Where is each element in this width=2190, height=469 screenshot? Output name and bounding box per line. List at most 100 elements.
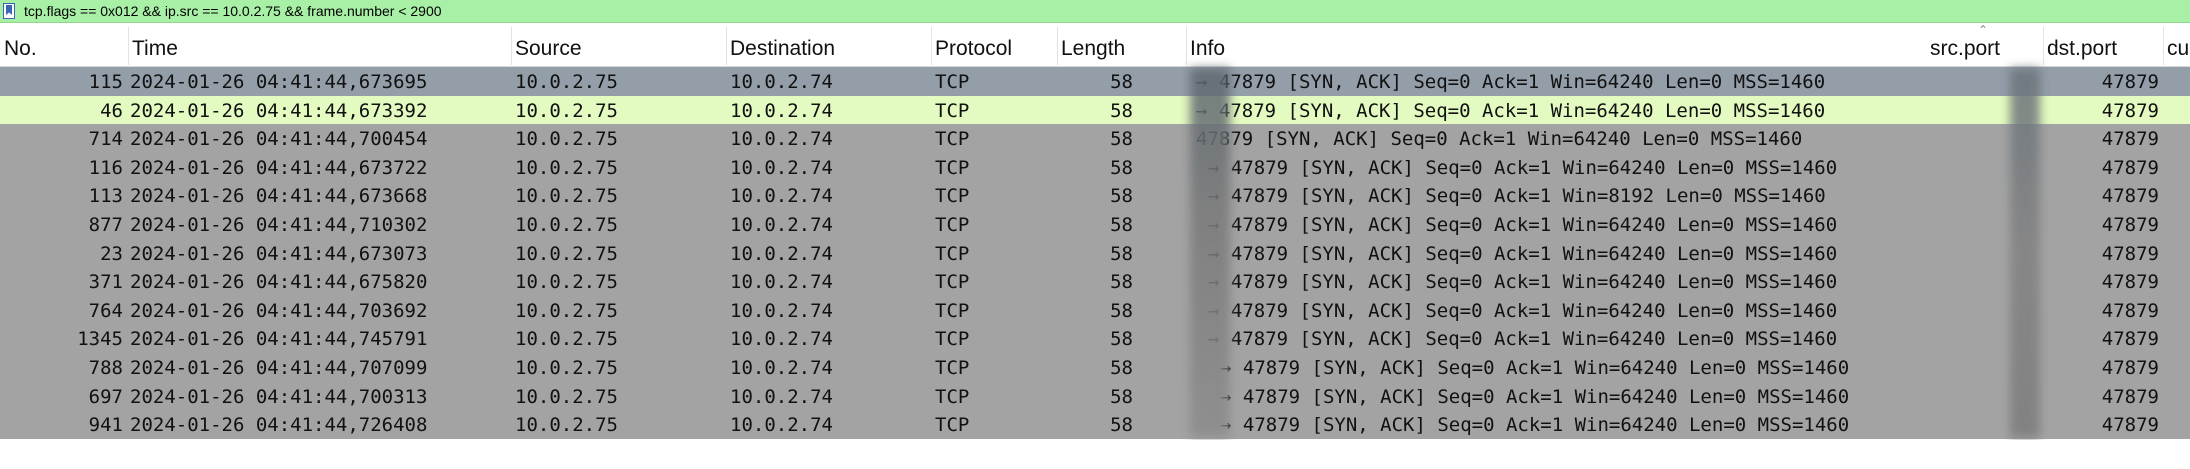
packet-number: 46 [100, 99, 123, 122]
packet-row[interactable]: 941 2024-01-26 04:41:44,726408 10.0.2.75 10… [0, 410, 2190, 439]
packet-number: 113 [88, 185, 123, 208]
packet-source: 10.0.2.75 [515, 185, 618, 208]
column-header-no[interactable]: No. [0, 23, 128, 67]
packet-number: 23 [100, 242, 123, 265]
packet-time: 2024-01-26 04:41:44,673722 [130, 156, 428, 179]
packet-time: 2024-01-26 04:41:44,745791 [130, 328, 428, 351]
packet-protocol: TCP [935, 242, 970, 265]
packet-source: 10.0.2.75 [515, 214, 618, 236]
packet-dst-port: 47879 [2101, 385, 2159, 408]
packet-dst-port: 47879 [2101, 99, 2159, 122]
packet-list-window: tcp.flags == 0x012 && ip.src == 10.0.2.7… [0, 0, 2190, 469]
packet-number: 115 [88, 71, 123, 93]
packet-protocol: TCP [935, 99, 970, 122]
packet-row[interactable]: 46 2024-01-26 04:41:44,673392 10.0.2.75 10.… [0, 95, 2190, 125]
packet-info: → 47879 [SYN, ACK] Seq=0 Ack=1 Win=64240… [1220, 385, 1850, 408]
column-header-length[interactable]: Length [1057, 23, 1186, 67]
packet-length: 58 [1110, 128, 1133, 151]
packet-info: → 47879 [SYN, ACK] Seq=0 Ack=1 Win=64240… [1208, 242, 1838, 265]
packet-row[interactable]: 116 2024-01-26 04:41:44,673722 10.0.2.75 10… [0, 152, 2190, 182]
column-header-row: No. Time Source Destination Protocol Len… [0, 23, 2190, 67]
packet-dst-port: 47879 [2101, 185, 2159, 208]
packet-length: 58 [1110, 299, 1133, 322]
column-header-source[interactable]: Source [511, 23, 726, 67]
packet-destination: 10.0.2.74 [730, 328, 833, 351]
packet-time: 2024-01-26 04:41:44,707099 [130, 357, 428, 379]
packet-destination: 10.0.2.74 [730, 156, 833, 179]
packet-protocol: TCP [935, 71, 970, 93]
packet-destination: 10.0.2.74 [730, 99, 833, 122]
packet-destination: 10.0.2.74 [730, 357, 833, 379]
packet-dst-port: 47879 [2101, 328, 2159, 351]
packet-number: 714 [88, 128, 123, 151]
packet-protocol: TCP [935, 128, 970, 151]
packet-row[interactable]: 877 2024-01-26 04:41:44,710302 10.0.2.75 10… [0, 210, 2190, 239]
packet-time: 2024-01-26 04:41:44,703692 [130, 299, 428, 322]
packet-row[interactable]: 697 2024-01-26 04:41:44,700313 10.0.2.75 10… [0, 381, 2190, 411]
packet-info: → 47879 [SYN, ACK] Seq=0 Ack=1 Win=64240… [1208, 328, 1838, 351]
packet-length: 58 [1110, 414, 1133, 437]
packet-info: → 47879 [SYN, ACK] Seq=0 Ack=1 Win=64240… [1208, 299, 1838, 322]
packet-number: 697 [88, 385, 123, 408]
packet-number: 788 [88, 357, 123, 379]
packet-length: 58 [1110, 357, 1133, 379]
packet-length: 58 [1110, 99, 1133, 122]
packet-row[interactable]: 714 2024-01-26 04:41:44,700454 10.0.2.75 10… [0, 124, 2190, 153]
packet-row[interactable]: 113 2024-01-26 04:41:44,673668 10.0.2.75 10… [0, 181, 2190, 210]
column-header-dst-port[interactable]: dst.port [2043, 23, 2163, 67]
packet-protocol: TCP [935, 357, 970, 379]
packet-dst-port: 47879 [2101, 357, 2159, 379]
column-header-cu[interactable]: cu [2163, 23, 2190, 67]
packet-source: 10.0.2.75 [515, 414, 618, 437]
packet-time: 2024-01-26 04:41:44,673073 [130, 242, 428, 265]
packet-number: 371 [88, 271, 123, 294]
packet-destination: 10.0.2.74 [730, 299, 833, 322]
packet-row[interactable]: 23 2024-01-26 04:41:44,673073 10.0.2.75 10.… [0, 238, 2190, 268]
packet-row[interactable]: 764 2024-01-26 04:41:44,703692 10.0.2.75 10… [0, 295, 2190, 325]
packet-row[interactable]: 371 2024-01-26 04:41:44,675820 10.0.2.75 10… [0, 267, 2190, 296]
packet-info: → 47879 [SYN, ACK] Seq=0 Ack=1 Win=8192 … [1208, 185, 1826, 208]
packet-row[interactable]: 788 2024-01-26 04:41:44,707099 10.0.2.75 10… [0, 353, 2190, 382]
packet-info: → 47879 [SYN, ACK] Seq=0 Ack=1 Win=64240… [1220, 357, 1850, 379]
packet-destination: 10.0.2.74 [730, 214, 833, 236]
bookmark-icon[interactable] [3, 3, 15, 19]
column-header-time[interactable]: Time [128, 23, 511, 67]
packet-dst-port: 47879 [2101, 71, 2159, 93]
display-filter-bar[interactable]: tcp.flags == 0x012 && ip.src == 10.0.2.7… [0, 0, 2190, 23]
packet-protocol: TCP [935, 385, 970, 408]
packet-time: 2024-01-26 04:41:44,700313 [130, 385, 428, 408]
packet-time: 2024-01-26 04:41:44,700454 [130, 128, 428, 151]
packet-number: 764 [88, 299, 123, 322]
packet-time: 2024-01-26 04:41:44,675820 [130, 271, 428, 294]
sort-ascending-icon: ⌃ [1978, 23, 1989, 37]
column-header-protocol[interactable]: Protocol [931, 23, 1057, 67]
packet-time: 2024-01-26 04:41:44,710302 [130, 214, 428, 236]
column-header-info[interactable]: Info [1186, 23, 1926, 67]
packet-info: → 47879 [SYN, ACK] Seq=0 Ack=1 Win=64240… [1208, 156, 1838, 179]
column-header-destination[interactable]: Destination [726, 23, 931, 67]
packet-destination: 10.0.2.74 [730, 242, 833, 265]
packet-length: 58 [1110, 214, 1133, 236]
display-filter-input[interactable]: tcp.flags == 0x012 && ip.src == 10.0.2.7… [24, 3, 442, 19]
packet-info: → 47879 [SYN, ACK] Seq=0 Ack=1 Win=64240… [1208, 214, 1838, 236]
packet-number: 877 [88, 214, 123, 236]
packet-protocol: TCP [935, 271, 970, 294]
empty-list-area [0, 440, 2190, 469]
packet-length: 58 [1110, 156, 1133, 179]
packet-row[interactable]: 1345 2024-01-26 04:41:44,745791 10.0.2.75 1… [0, 324, 2190, 353]
packet-row[interactable]: 115 2024-01-26 04:41:44,673695 10.0.2.75 10… [0, 67, 2190, 96]
packet-source: 10.0.2.75 [515, 99, 618, 122]
packet-protocol: TCP [935, 328, 970, 351]
packet-source: 10.0.2.75 [515, 156, 618, 179]
packet-dst-port: 47879 [2101, 271, 2159, 294]
packet-number: 1345 [77, 328, 123, 351]
packet-destination: 10.0.2.74 [730, 385, 833, 408]
packet-dst-port: 47879 [2101, 299, 2159, 322]
packet-source: 10.0.2.75 [515, 128, 618, 151]
packet-dst-port: 47879 [2101, 214, 2159, 236]
packet-destination: 10.0.2.74 [730, 185, 833, 208]
packet-number: 116 [88, 156, 123, 179]
packet-source: 10.0.2.75 [515, 299, 618, 322]
packet-info: → 47879 [SYN, ACK] Seq=0 Ack=1 Win=64240… [1208, 271, 1838, 294]
packet-protocol: TCP [935, 156, 970, 179]
